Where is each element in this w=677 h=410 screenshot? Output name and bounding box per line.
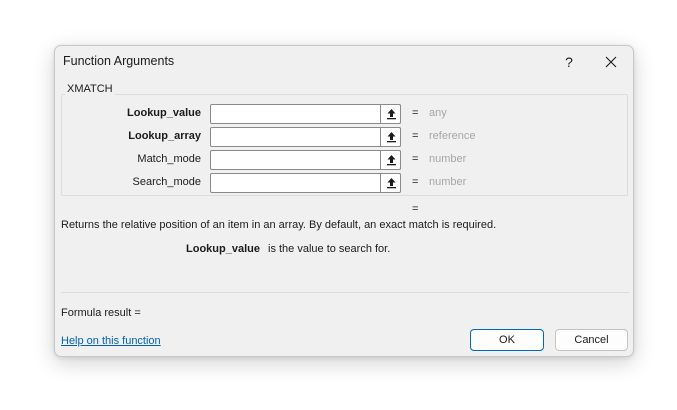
collapse-dialog-button[interactable]	[380, 127, 401, 147]
equals-sign: =	[412, 130, 419, 142]
current-argument-name: Lookup_value	[186, 243, 260, 255]
argument-label: Match_mode	[137, 153, 201, 165]
close-button[interactable]	[593, 48, 629, 76]
collapse-dialog-button[interactable]	[380, 173, 401, 193]
argument-row-lookup-array: Lookup_array = reference	[55, 127, 633, 147]
lookup-value-input[interactable]	[210, 104, 401, 124]
argument-row-match-mode: Match_mode = number	[55, 150, 633, 170]
dialog-title: Function Arguments	[63, 54, 175, 68]
argument-type-hint: number	[429, 176, 467, 188]
formula-result-label: Formula result =	[61, 307, 141, 319]
function-name-label: XMATCH	[65, 83, 115, 95]
argument-row-lookup-value: Lookup_value = any	[55, 104, 633, 124]
argument-label: Lookup_value	[127, 107, 201, 119]
help-on-function-link[interactable]: Help on this function	[61, 335, 161, 347]
collapse-arrow-icon	[387, 178, 396, 189]
lookup-array-field[interactable]	[214, 129, 383, 147]
collapse-dialog-button[interactable]	[380, 150, 401, 170]
collapse-arrow-icon	[387, 132, 396, 143]
divider	[61, 292, 629, 293]
cancel-button[interactable]: Cancel	[555, 329, 628, 351]
equals-sign: =	[412, 153, 419, 165]
argument-type-hint: reference	[429, 130, 476, 142]
current-argument-help: is the value to search for.	[268, 243, 391, 255]
argument-label: Search_mode	[132, 176, 202, 188]
title-bar: Function Arguments ?	[55, 46, 633, 78]
lookup-array-input[interactable]	[210, 127, 401, 147]
collapse-arrow-icon	[387, 109, 396, 120]
argument-row-search-mode: Search_mode = number	[55, 173, 633, 193]
help-button[interactable]: ?	[558, 48, 580, 76]
match-mode-input[interactable]	[210, 150, 401, 170]
argument-type-hint: number	[429, 153, 467, 165]
collapse-arrow-icon	[387, 155, 396, 166]
lookup-value-field[interactable]	[214, 106, 383, 124]
search-mode-field[interactable]	[214, 175, 383, 193]
close-icon	[605, 56, 617, 68]
ok-button[interactable]: OK	[470, 329, 544, 351]
collapse-dialog-button[interactable]	[380, 104, 401, 124]
argument-label: Lookup_array	[128, 130, 201, 142]
argument-type-hint: any	[429, 107, 447, 119]
function-result-equals: =	[412, 203, 419, 215]
function-description: Returns the relative position of an item…	[61, 219, 497, 231]
equals-sign: =	[412, 176, 419, 188]
search-mode-input[interactable]	[210, 173, 401, 193]
equals-sign: =	[412, 107, 419, 119]
function-arguments-dialog: Function Arguments ? XMATCH Lookup_value…	[54, 45, 634, 357]
match-mode-field[interactable]	[214, 152, 383, 170]
